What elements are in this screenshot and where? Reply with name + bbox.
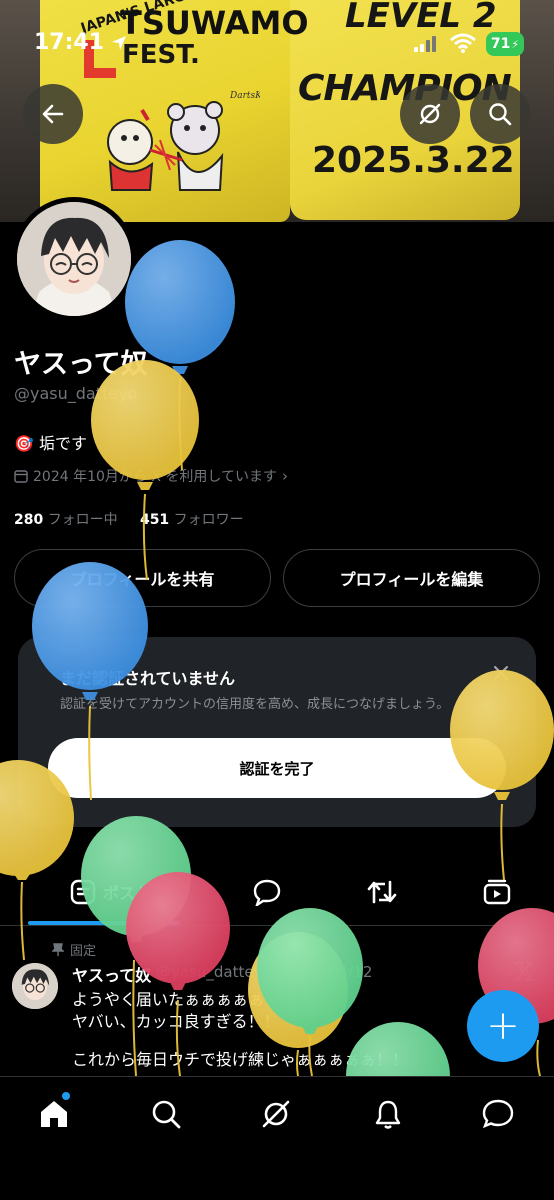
post-author-name: ヤスって奴 — [72, 966, 152, 985]
video-tab-icon — [483, 879, 511, 905]
banner-tsuwa-text: TSUWAMO — [120, 4, 309, 42]
chevron-right-icon: › — [281, 467, 288, 485]
back-arrow-icon — [42, 104, 64, 124]
following-link[interactable]: 280 フォロー中 — [14, 512, 118, 528]
profile-handle: @yasu_datteyo — [14, 384, 138, 403]
nav-messages[interactable] — [478, 1094, 518, 1134]
reply-bubble-icon — [253, 879, 281, 906]
post-avatar-image — [12, 963, 58, 1009]
bell-icon — [375, 1100, 401, 1129]
banner-l-logo-base — [84, 68, 116, 78]
tab-divider — [0, 925, 554, 926]
pin-icon — [52, 942, 64, 956]
battery-level: 71 — [490, 36, 511, 52]
follow-stats: 280 フォロー中 451 フォロワー — [14, 509, 244, 529]
profile-name: ヤスって奴 — [14, 349, 148, 380]
close-icon — [494, 666, 508, 680]
complete-verification-button[interactable]: 認証を完了 — [48, 738, 506, 798]
post-line-1: ようやく届いたぁぁぁぁぁ！ — [72, 990, 281, 1009]
close-card-button[interactable] — [490, 662, 512, 684]
post-line-2: ヤバい、カッコ良すぎる！！ — [72, 1012, 280, 1031]
share-profile-button[interactable]: プロフィールを共有 — [14, 549, 271, 607]
profile-bio: 🎯 垢です — [14, 430, 87, 454]
profile-avatar[interactable] — [12, 197, 136, 321]
posts-tab-icon — [70, 879, 96, 905]
tab-posts[interactable]: ポスト — [40, 870, 180, 914]
search-icon — [152, 1100, 181, 1129]
post-line-4: これから毎日ウチで投げ練じゃぁぁぁぁぁ！！ — [72, 1050, 409, 1069]
verification-title: まだ認証されていません — [60, 669, 236, 688]
nav-notifications[interactable] — [368, 1094, 408, 1134]
chat-bubble-icon — [482, 1099, 514, 1129]
avatar-image — [17, 202, 131, 316]
post-avatar[interactable] — [12, 963, 58, 1009]
repost-icon — [367, 880, 397, 904]
calendar-icon — [14, 470, 28, 483]
search-button[interactable] — [470, 84, 530, 144]
pinned-text: 固定 — [70, 944, 97, 959]
tab-replies[interactable] — [245, 870, 289, 914]
nav-home[interactable] — [34, 1094, 74, 1134]
nav-search[interactable] — [146, 1094, 186, 1134]
bio-text: 垢です — [39, 434, 88, 453]
banner-level-text: LEVEL 2 — [345, 0, 497, 36]
charging-bolt-icon: ⚡ — [511, 37, 520, 51]
x-watermark-icon: 𝕏 — [514, 958, 535, 988]
joined-text: 2024 年10月から X を利用しています — [33, 469, 277, 485]
battery-indicator: 71 ⚡ — [486, 32, 524, 56]
nav-grok[interactable] — [256, 1094, 296, 1134]
status-time: 17:41 — [34, 30, 105, 55]
verification-description: 認証を受けてアカウントの信用度を高め、成長につなげましょう。 — [60, 697, 450, 712]
cellular-signal-icon — [414, 36, 436, 52]
back-button[interactable] — [23, 84, 83, 144]
followers-link[interactable]: 451 フォロワー — [140, 512, 244, 528]
post-meta: @yasu_datteyo · 2025/04/12 — [156, 963, 373, 981]
banner-illustration: DartsKeys — [107, 91, 260, 191]
grok-button[interactable] — [400, 84, 460, 144]
plus-icon: + — [486, 1003, 520, 1049]
dart-emoji: 🎯 — [14, 434, 34, 453]
pinned-label: 固定 — [52, 940, 96, 959]
location-arrow-icon — [112, 36, 126, 50]
banner-signature: DartsKeys — [229, 91, 260, 101]
grok-icon — [419, 103, 441, 125]
balloon-green-1 — [81, 816, 191, 1077]
home-notification-dot — [62, 1092, 70, 1100]
grok-icon — [262, 1100, 290, 1128]
tab-media[interactable] — [475, 870, 519, 914]
tab-reposts[interactable] — [360, 870, 404, 914]
edit-profile-button[interactable]: プロフィールを編集 — [283, 549, 540, 607]
home-icon — [41, 1101, 67, 1127]
joined-date[interactable]: 2024 年10月から X を利用しています › — [14, 466, 288, 486]
search-icon — [489, 103, 512, 126]
tab-posts-label: ポスト — [102, 884, 151, 903]
banner-fest-text: FEST. — [122, 40, 200, 70]
banner-date-text: 2025.3.22 — [312, 140, 515, 181]
wifi-icon — [450, 33, 476, 53]
compose-post-button[interactable]: + — [467, 990, 539, 1062]
